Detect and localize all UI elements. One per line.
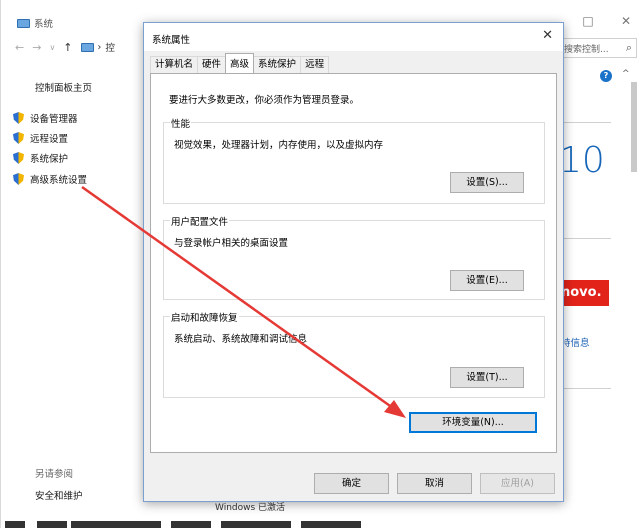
tab-remote[interactable]: 远程 [300,56,330,73]
group-label: 性能 [170,116,192,130]
shield-icon [13,132,24,144]
navigation-bar: ← → ∨ ↑ › 控 [15,40,115,55]
startup-recovery-settings-button[interactable]: 设置(T)... [450,367,524,388]
see-also-heading: 另请参阅 [35,469,74,480]
sidebar-item-advanced-system-settings[interactable]: 高级系统设置 [13,172,87,186]
search-placeholder: 搜索控制... [564,44,609,55]
oem-logo: novo. [559,280,609,306]
back-arrow-icon[interactable]: ← [15,41,24,54]
tab-advanced[interactable]: 高级 [225,53,255,73]
windows-version-logo: 10 [559,140,605,181]
control-panel-home-link[interactable]: 控制面板主页 [35,80,92,94]
tab-computer-name[interactable]: 计算机名 [150,56,199,73]
security-maintenance-link[interactable]: 安全和维护 [35,488,83,502]
search-input[interactable]: 搜索控制... ⌕ [557,38,637,58]
group-label: 启动和故障恢复 [170,310,239,324]
user-profiles-settings-button[interactable]: 设置(E)... [450,270,524,291]
system-window-title-text: 系统 [34,19,54,30]
shield-icon [13,112,24,124]
up-arrow-icon[interactable]: ↑ [63,41,72,54]
apply-button[interactable]: 应用(A) [480,473,555,494]
shield-icon [13,173,24,185]
dialog-title-bar[interactable]: 系统属性 ✕ [144,23,563,51]
breadcrumb-item[interactable]: 控 [105,40,115,54]
divider [561,388,611,389]
advanced-tab-panel: 要进行大多数更改，你必须作为管理员登录。 性能 视觉效果，处理器计划，内存使用，… [150,73,557,453]
sidebar-item-remote-settings[interactable]: 远程设置 [13,131,68,145]
search-icon[interactable]: ⌕ [626,41,632,55]
help-icon[interactable]: ? [600,70,612,82]
group-label: 用户配置文件 [170,214,230,228]
sidebar-item-label: 系统保护 [30,154,69,165]
tab-strip: 计算机名 硬件 高级 系统保护 远程 [150,53,330,74]
group-description: 系统启动、系统故障和调试信息 [174,334,308,345]
divider [561,122,611,123]
ok-button[interactable]: 确定 [314,473,389,494]
cancel-button[interactable]: 取消 [397,473,472,494]
sidebar-item-system-protection[interactable]: 系统保护 [13,151,68,165]
system-properties-dialog: 系统属性 ✕ 计算机名 硬件 高级 系统保护 远程 要进行大多数更改，你必须作为… [143,22,564,502]
environment-variables-button[interactable]: 环境变量(N)... [409,412,537,433]
user-profiles-group: 用户配置文件 与登录帐户相关的桌面设置 设置(E)... [163,214,545,300]
sidebar-item-label: 高级系统设置 [30,175,88,186]
tab-hardware[interactable]: 硬件 [197,56,227,73]
group-description: 与登录帐户相关的桌面设置 [174,238,289,249]
obscured-bottom-strip [1,517,640,528]
close-button[interactable]: ✕ [620,14,632,28]
system-window-title: 系统 [17,16,53,30]
group-description: 视觉效果，处理器计划，内存使用，以及虚拟内存 [174,140,384,151]
performance-settings-button[interactable]: 设置(S)... [450,172,524,193]
close-icon[interactable]: ✕ [542,28,553,43]
breadcrumb[interactable]: › 控 [80,40,115,54]
sidebar-item-label: 设备管理器 [30,114,78,125]
admin-notice: 要进行大多数更改，你必须作为管理员登录。 [169,95,360,106]
breadcrumb-separator-icon: › [97,41,102,53]
divider [561,238,611,239]
tab-system-protection[interactable]: 系统保护 [253,56,302,73]
system-icon [17,18,30,28]
maximize-button[interactable]: □ [582,14,594,28]
shield-icon [13,152,24,164]
dialog-title: 系统属性 [152,35,191,46]
sidebar-item-device-manager[interactable]: 设备管理器 [13,111,78,125]
support-info-link[interactable]: 持信息 [561,335,590,349]
recent-locations-chevron-icon[interactable]: ∨ [49,43,55,52]
control-panel-icon [80,42,94,52]
forward-arrow-icon[interactable]: → [32,41,41,54]
sidebar-item-label: 远程设置 [30,134,69,145]
performance-group: 性能 视觉效果，处理器计划，内存使用，以及虚拟内存 设置(S)... [163,116,545,204]
scrollbar-thumb[interactable] [631,82,637,172]
startup-recovery-group: 启动和故障恢复 系统启动、系统故障和调试信息 设置(T)... [163,310,545,398]
scroll-up-icon[interactable]: ^ [622,69,630,79]
window-caption-buttons: □ ✕ [582,14,632,28]
